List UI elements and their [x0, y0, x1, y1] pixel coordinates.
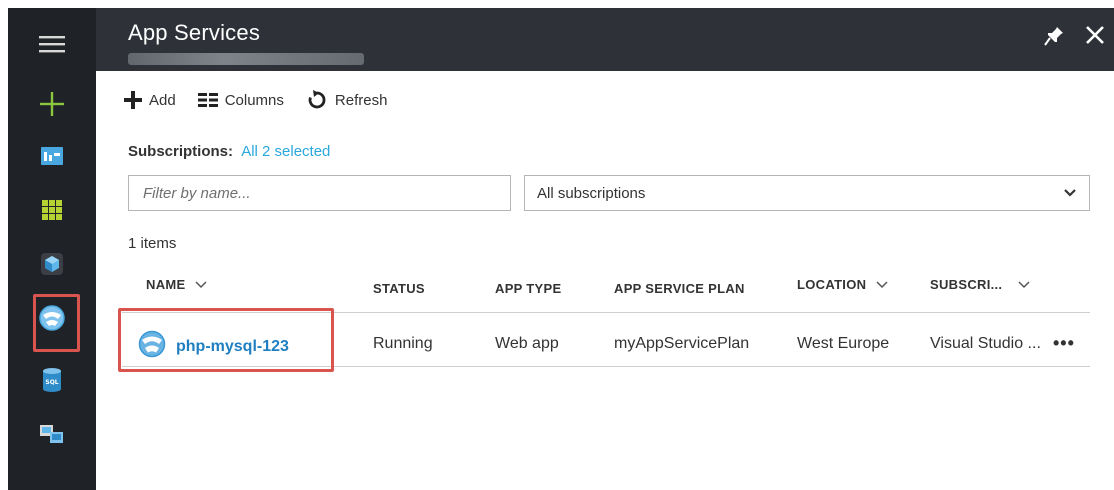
column-header-location-label: LOCATION: [797, 277, 867, 292]
filter-by-name-input[interactable]: [128, 175, 511, 211]
add-button[interactable]: Add: [124, 91, 176, 109]
more-options-button[interactable]: •••: [1053, 333, 1075, 354]
app-services-highlight: [33, 294, 80, 352]
blade-title: App Services: [128, 20, 261, 45]
hamburger-menu-icon[interactable]: [8, 18, 96, 70]
add-label: Add: [149, 91, 176, 109]
new-plus-icon[interactable]: [8, 78, 96, 130]
chevron-down-icon: [1063, 186, 1077, 204]
sort-chevron-icon: [195, 280, 208, 289]
status-cell: Running: [373, 335, 433, 352]
close-icon[interactable]: [1082, 22, 1108, 48]
refresh-label: Refresh: [334, 91, 388, 109]
subscription-select-value: All subscriptions: [537, 184, 646, 202]
all-resources-icon[interactable]: [8, 184, 96, 236]
subscriptions-link[interactable]: All 2 selected: [241, 143, 330, 160]
column-header-status[interactable]: STATUS: [373, 281, 425, 296]
resource-groups-icon[interactable]: [8, 238, 96, 290]
left-nav-rail: SQL: [8, 8, 96, 490]
plus-icon: [124, 91, 142, 109]
columns-button[interactable]: Columns: [197, 91, 284, 109]
column-header-app-type[interactable]: APP TYPE: [495, 281, 561, 296]
subscription-select[interactable]: All subscriptions: [524, 175, 1090, 211]
pin-icon[interactable]: [1042, 24, 1066, 48]
column-header-subscription-label: SUBSCRI...: [930, 277, 1003, 292]
subscriptions-label: Subscriptions:: [128, 143, 234, 160]
sort-chevron-icon: [876, 280, 888, 289]
dashboard-icon[interactable]: [8, 130, 96, 182]
columns-icon: [197, 93, 218, 107]
location-cell: West Europe: [797, 335, 890, 352]
app-service-plan-cell: myAppServicePlan: [614, 335, 750, 352]
refresh-icon: [306, 89, 328, 111]
svg-text:SQL: SQL: [45, 379, 58, 386]
virtual-machines-icon[interactable]: [8, 408, 96, 460]
sql-databases-icon[interactable]: SQL: [8, 354, 96, 406]
column-header-name[interactable]: NAME: [146, 277, 208, 292]
items-count: 1 items: [128, 235, 177, 252]
column-header-name-label: NAME: [146, 277, 186, 292]
subscriptions-row: Subscriptions: All 2 selected: [128, 143, 330, 160]
app-name-highlight: [118, 308, 334, 372]
refresh-button[interactable]: Refresh: [306, 89, 388, 111]
redacted-subtitle: [128, 53, 364, 65]
columns-label: Columns: [224, 91, 284, 109]
column-header-app-service-plan[interactable]: APP SERVICE PLAN: [614, 281, 745, 296]
command-toolbar: Add Columns Refresh: [124, 86, 409, 114]
column-header-subscription[interactable]: SUBSCRI...: [930, 277, 1030, 292]
app-type-cell: Web app: [495, 335, 559, 352]
column-header-location[interactable]: LOCATION: [797, 277, 888, 292]
subscription-cell: Visual Studio ...: [930, 335, 1041, 352]
blade-header: App Services: [96, 8, 1114, 71]
sort-chevron-icon: [1018, 280, 1030, 289]
